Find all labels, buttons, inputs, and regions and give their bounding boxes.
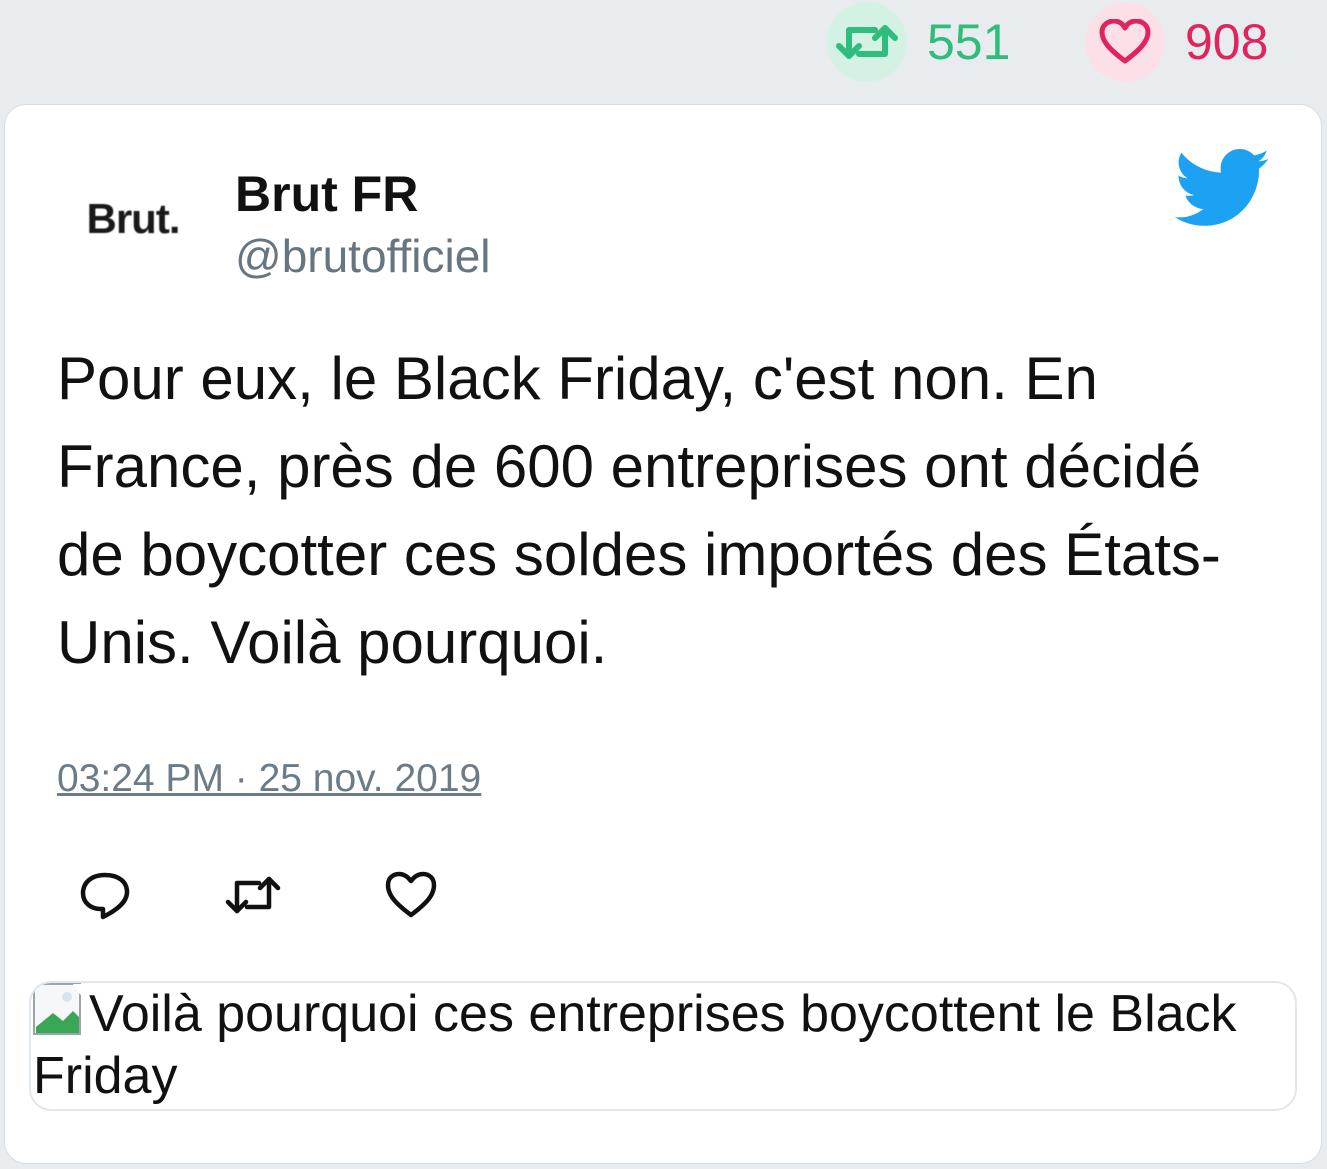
retweet-icon[interactable] [223, 865, 283, 925]
author-handle[interactable]: @brutofficiel [235, 229, 491, 283]
media-alt-text-container: Voilà pourquoi ces entreprises boycotten… [33, 983, 1273, 1107]
author-name[interactable]: Brut FR [235, 165, 418, 223]
avatar[interactable]: Brut. [63, 159, 203, 279]
like-stat[interactable]: 908 [1085, 2, 1268, 82]
retweet-count: 551 [927, 14, 1011, 70]
tweet-timestamp[interactable]: 03:24 PM · 25 nov. 2019 [57, 757, 481, 801]
tweet-media[interactable]: Voilà pourquoi ces entreprises boycotten… [29, 981, 1297, 1111]
reply-icon[interactable] [75, 865, 135, 925]
twitter-bird-icon[interactable] [1173, 149, 1273, 229]
media-alt-text: Voilà pourquoi ces entreprises boycotten… [33, 985, 1237, 1105]
heart-icon[interactable] [381, 865, 441, 925]
retweet-stat[interactable]: 551 [827, 2, 1010, 82]
engagement-stats: 551 908 [0, 0, 1327, 100]
tweet-card: Brut. Brut FR @brutofficiel Pour eux, le… [4, 104, 1322, 1164]
heart-icon[interactable] [1085, 2, 1165, 82]
tweet-text: Pour eux, le Black Friday, c'est non. En… [57, 345, 1221, 676]
like-count: 908 [1185, 14, 1269, 70]
avatar-logo-text: Brut. [86, 195, 181, 242]
broken-image-icon [33, 983, 87, 1035]
retweet-icon[interactable] [827, 2, 907, 82]
